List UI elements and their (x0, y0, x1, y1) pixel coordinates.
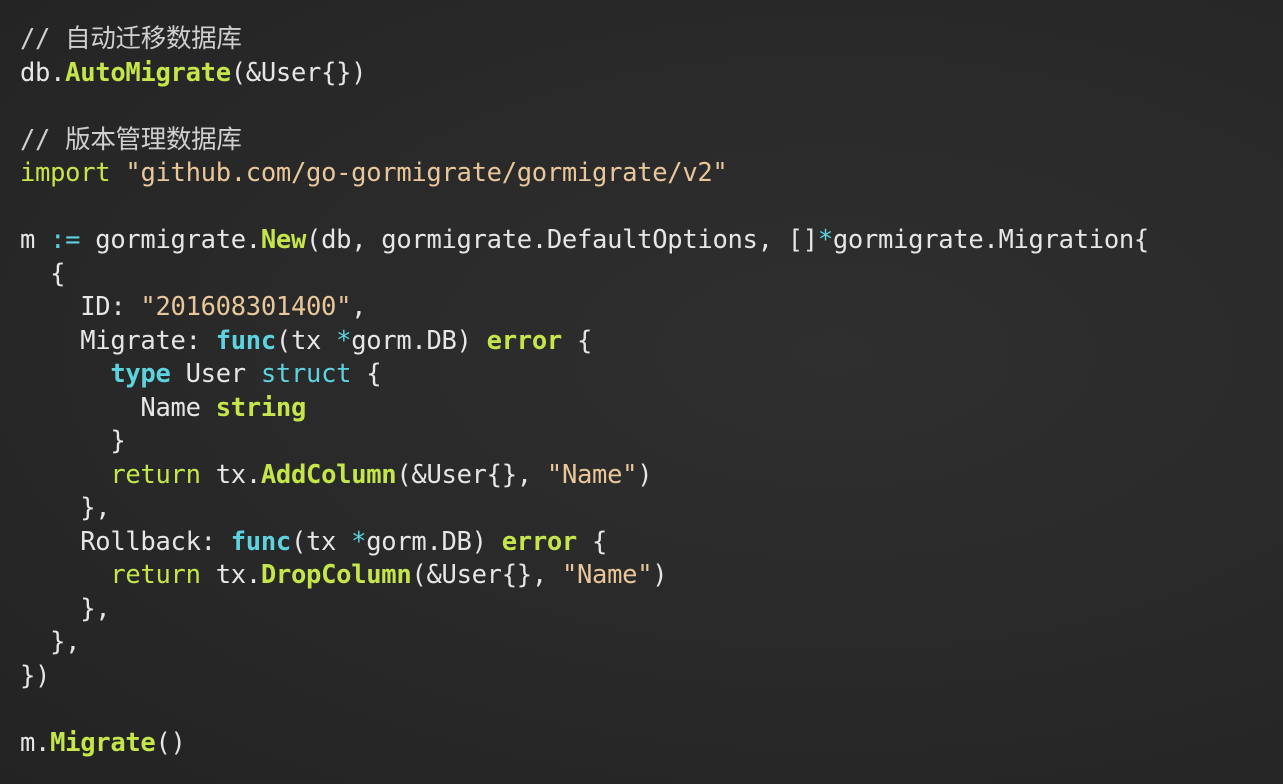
code-token: { (351, 359, 382, 389)
code-line-type-user: type User struct { (20, 358, 1283, 392)
code-token: (tx (290, 526, 352, 557)
code-line: } (20, 425, 1283, 459)
code-line-rollback-func: Rollback: func(tx *gorm.DB) error { (20, 526, 1283, 560)
code-editor: // 自动迁移数据库 db.AutoMigrate(&User{}) // 版本… (0, 0, 1283, 784)
code-token: Name (20, 392, 216, 423)
code-token: m (20, 225, 51, 255)
code-line-add-column: return tx.AddColumn(&User{}, "Name") (20, 459, 1283, 493)
code-token: tx. (200, 459, 261, 490)
code-token: * (336, 325, 352, 356)
code-line-gormigrate-new: m := gormigrate.New(db, gormigrate.Defau… (20, 224, 1283, 258)
code-token: AutoMigrate (65, 57, 231, 88)
code-line-auto-migrate: db.AutoMigrate(&User{}) (20, 57, 1283, 91)
code-token: error (486, 325, 563, 356)
code-line-migrate-call: m.Migrate() (20, 727, 1283, 761)
code-token: { (20, 258, 66, 289)
comment-version-management: // 版本管理数据库 (20, 124, 1283, 158)
code-token: gorm.DB) (366, 526, 502, 557)
code-line: }) (20, 660, 1283, 694)
code-token: "github.com/go-gormigrate/gormigrate/v2" (125, 158, 728, 188)
code-line-import: import "github.com/go-gormigrate/gormigr… (20, 157, 1283, 191)
code-line-drop-column: return tx.DropColumn(&User{}, "Name") (20, 559, 1283, 593)
code-token: DropColumn (260, 560, 412, 590)
code-token: (&User{}) (230, 57, 367, 88)
code-token: m. (20, 727, 51, 758)
code-token: ID: (20, 292, 141, 322)
code-token: type (110, 359, 171, 389)
code-token: (tx (275, 325, 337, 356)
code-token: := (50, 225, 81, 255)
code-token: (db, gormigrate.DefaultOptions, [] (306, 225, 818, 255)
code-token: { (561, 325, 593, 356)
code-token: }, (20, 493, 111, 523)
code-token: import (20, 158, 111, 188)
code-token: (&User{}, (411, 560, 562, 590)
code-token: db. (20, 57, 66, 88)
code-token: }) (20, 660, 51, 691)
code-token: }, (20, 627, 81, 657)
code-token: gormigrate.Migration{ (832, 225, 1149, 255)
code-line-id: ID: "201608301400", (20, 291, 1283, 325)
code-line: }, (20, 626, 1283, 660)
code-token: string (215, 392, 307, 423)
code-token: (&User{}, (396, 459, 547, 490)
code-token: "201608301400" (140, 292, 352, 322)
code-token: // 版本管理数据库 (20, 124, 242, 155)
code-token: AddColumn (260, 459, 397, 490)
code-token: ) (637, 459, 653, 490)
code-token: func (215, 325, 277, 356)
code-token: * (351, 526, 367, 557)
code-line-migrate-func: Migrate: func(tx *gorm.DB) error { (20, 325, 1283, 359)
code-token: return (110, 560, 201, 590)
code-token: gormigrate. (80, 225, 261, 255)
code-token: { (576, 526, 608, 557)
code-line-name-field: Name string (20, 392, 1283, 426)
code-line: }, (20, 593, 1283, 627)
code-token: Rollback: (20, 526, 231, 557)
code-token: } (20, 426, 126, 456)
code-token: return (110, 459, 201, 490)
code-token: error (501, 526, 578, 557)
comment-auto-migrate: // 自动迁移数据库 (20, 23, 1283, 57)
code-token: "Name" (561, 560, 653, 590)
code-token: tx. (200, 560, 261, 590)
code-token: Migrate: (20, 325, 216, 356)
code-token: gorm.DB) (351, 325, 487, 356)
code-token: // 自动迁移数据库 (20, 24, 242, 54)
code-line: }, (20, 492, 1283, 526)
code-token: func (230, 526, 292, 557)
code-token: () (155, 727, 186, 758)
code-token: , (351, 292, 367, 322)
code-token: ) (652, 560, 668, 590)
code-token: Migrate (50, 727, 156, 758)
code-token: struct (260, 359, 352, 389)
code-token: New (260, 225, 307, 255)
code-token: "Name" (546, 459, 638, 490)
code-token: }, (20, 593, 111, 624)
code-token: User (170, 359, 261, 389)
code-line: { (20, 258, 1283, 292)
code-token: * (817, 225, 833, 255)
